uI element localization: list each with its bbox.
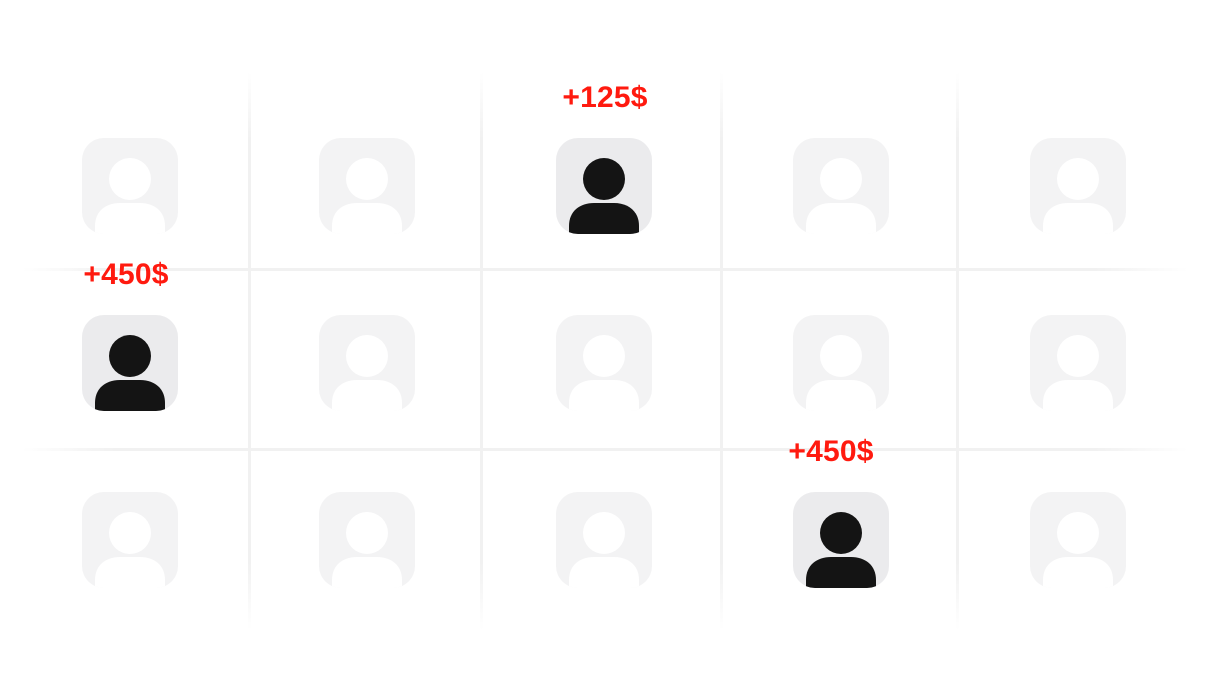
user-avatar-icon — [319, 492, 415, 588]
user-avatar-icon — [82, 492, 178, 588]
avatar-cell — [319, 492, 415, 588]
user-avatar-icon — [319, 315, 415, 411]
avatar-cell — [82, 138, 178, 234]
avatar-cell — [793, 138, 889, 234]
bonus-label: +450$ — [83, 258, 169, 291]
user-avatar-icon — [1030, 315, 1126, 411]
avatar-cell — [1030, 315, 1126, 411]
user-avatar-icon — [82, 315, 178, 411]
user-avatar-icon — [1030, 138, 1126, 234]
user-avatar-icon — [556, 492, 652, 588]
avatar-cell: +450$ — [788, 435, 889, 588]
user-avatar-icon — [556, 138, 652, 234]
avatar-grid: +125$ +450$ +450$ — [0, 0, 1216, 686]
avatar-cell — [1030, 492, 1126, 588]
grid-divider — [480, 72, 483, 630]
avatar-cell: +450$ — [82, 258, 178, 411]
grid-divider — [720, 72, 723, 630]
grid-divider — [22, 448, 1188, 451]
avatar-cell — [556, 492, 652, 588]
user-avatar-icon — [793, 138, 889, 234]
avatar-cell — [793, 315, 889, 411]
bonus-label: +125$ — [562, 81, 648, 114]
user-avatar-icon — [793, 315, 889, 411]
avatar-cell — [556, 315, 652, 411]
grid-divider — [956, 72, 959, 630]
avatar-cell — [319, 138, 415, 234]
user-avatar-icon — [82, 138, 178, 234]
bonus-label: +450$ — [788, 435, 874, 468]
user-avatar-icon — [793, 492, 889, 588]
avatar-cell — [1030, 138, 1126, 234]
user-avatar-icon — [556, 315, 652, 411]
grid-divider — [248, 72, 251, 630]
user-avatar-icon — [1030, 492, 1126, 588]
avatar-cell — [319, 315, 415, 411]
user-avatar-icon — [319, 138, 415, 234]
avatar-cell: +125$ — [556, 81, 652, 234]
avatar-cell — [82, 492, 178, 588]
